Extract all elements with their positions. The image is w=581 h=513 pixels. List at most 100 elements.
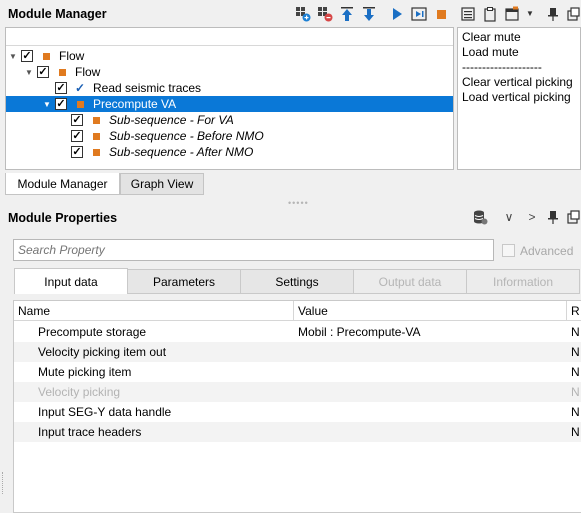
detach-icon[interactable] [565,209,581,225]
column-header-name[interactable]: Name [14,301,294,321]
tab-parameters[interactable]: Parameters [127,269,241,294]
column-header-value[interactable]: Value [294,301,567,321]
resize-grip[interactable] [2,472,4,494]
advanced-checkbox[interactable] [502,244,515,257]
cell-name: Velocity picking [38,385,121,399]
dropdown-icon[interactable]: ▼ [522,6,538,22]
cell-value[interactable]: Mobil : Precompute-VA [298,322,563,342]
node-checkbox[interactable]: ✓ [21,50,33,62]
list-icon[interactable] [460,6,476,22]
move-up-icon[interactable] [339,6,355,22]
column-header-r[interactable]: R [567,301,581,321]
action-list-item[interactable]: Clear mute [462,30,580,45]
cell-value[interactable] [298,402,563,422]
module-square-icon [93,116,100,124]
tree-node[interactable]: ▼ ✓ Flow [6,48,453,64]
properties-table: Name Value R Precompute storage Mobil : P… [13,300,581,513]
action-list-item[interactable]: Load mute [462,45,580,60]
tree-node[interactable]: ✓ Sub-sequence - After NMO [6,144,453,160]
add-module-icon[interactable] [295,6,311,22]
module-tree[interactable]: ▼ ✓ Flow ▼ ✓ Flow ✓ ✓ Read seismic traces ▼ ✓ Preco… [5,27,454,170]
node-checkbox[interactable]: ✓ [71,114,83,126]
tree-node-label: Precompute VA [93,97,177,111]
tab-label: Input data [44,274,98,289]
tree-node[interactable]: ✓ Sub-sequence - For VA [6,112,453,128]
action-list-item[interactable]: Load vertical picking [462,90,580,105]
tab-label: Graph View [130,177,194,191]
table-row[interactable]: Velocity picking N [14,382,581,402]
search-property-field[interactable] [13,239,494,261]
tree-node-label: Flow [75,65,101,79]
cell-name: Velocity picking item out [38,345,167,359]
cell-name: Precompute storage [38,325,147,339]
tree-node[interactable]: ▼ ✓ Flow [6,64,453,80]
table-row[interactable]: Mute picking item N [14,362,581,382]
tab-settings[interactable]: Settings [240,269,354,294]
module-square-icon [93,132,100,140]
cell-value[interactable] [298,362,563,382]
cell-name: Input trace headers [38,425,142,439]
database-icon[interactable] [472,209,488,225]
cell-name: Input SEG-Y data handle [38,405,172,419]
tab-label: Module Manager [17,176,108,191]
tree-node-label: Flow [59,49,85,63]
tab-input-data[interactable]: Input data [14,268,128,294]
tree-node-label: Sub-sequence - Before NMO [109,129,264,143]
table-header: Name Value R [14,301,581,321]
tree-header [6,28,453,46]
run-step-icon[interactable] [411,6,427,22]
tree-node[interactable]: ✓ ✓ Read seismic traces [6,80,453,96]
move-down-icon[interactable] [361,6,377,22]
action-list-item[interactable]: -------------------- [462,60,580,75]
tree-node[interactable]: ▼ ✓ Precompute VA [6,96,453,112]
expand-arrow-icon[interactable]: ▼ [42,99,52,109]
pin-icon[interactable] [545,6,561,22]
module-square-icon [43,52,50,60]
window-icon[interactable] [504,6,520,22]
table-row[interactable]: Velocity picking item out N [14,342,581,362]
table-row[interactable]: Input SEG-Y data handle N [14,402,581,422]
chevron-down-icon[interactable]: ∨ [501,209,517,225]
tree-node-label: Read seismic traces [93,81,202,95]
tab-graph-view[interactable]: Graph View [120,173,204,195]
expand-arrow-icon[interactable]: ▼ [24,67,34,77]
tree-node[interactable]: ✓ Sub-sequence - Before NMO [6,128,453,144]
advanced-label: Advanced [520,244,574,258]
tab-module-manager[interactable]: Module Manager [5,173,120,195]
module-square-icon [77,100,84,108]
pin-icon[interactable] [545,209,561,225]
module-square-icon [59,68,66,76]
node-checkbox[interactable]: ✓ [55,98,67,110]
search-property-input[interactable] [18,243,493,257]
node-checkbox[interactable]: ✓ [71,130,83,142]
node-checkbox[interactable]: ✓ [55,82,67,94]
run-icon[interactable] [389,6,405,22]
checkmark-icon: ✓ [75,81,86,95]
module-square-icon [93,148,100,156]
tab-label: Parameters [152,274,216,289]
remove-module-icon[interactable] [317,6,333,22]
table-row[interactable]: Input trace headers N [14,422,581,442]
tree-node-label: Sub-sequence - After NMO [109,145,254,159]
cell-value[interactable] [298,342,563,362]
tab-output-data: Output data [353,269,467,294]
tab-label: Output data [378,274,442,289]
detach-icon[interactable] [565,6,581,22]
tree-node-label: Sub-sequence - For VA [109,113,234,127]
tab-label: Settings [275,274,319,289]
cell-r: N [571,345,580,359]
node-checkbox[interactable]: ✓ [37,66,49,78]
clipboard-icon[interactable] [482,6,498,22]
cell-r: N [571,325,580,339]
action-list[interactable]: Clear mute Load mute -------------------- C… [457,27,581,170]
chevron-right-icon[interactable]: > [524,209,540,225]
table-row[interactable]: Precompute storage Mobil : Precompute-VA N [14,322,581,342]
cell-value[interactable] [298,382,563,402]
action-list-item[interactable]: Clear vertical picking [462,75,580,90]
expand-arrow-icon[interactable]: ▼ [8,51,18,61]
node-checkbox[interactable]: ✓ [71,146,83,158]
splitter-handle[interactable]: ••••• [288,198,309,208]
stop-icon[interactable] [433,6,449,22]
cell-value[interactable] [298,422,563,442]
cell-r: N [571,365,580,379]
